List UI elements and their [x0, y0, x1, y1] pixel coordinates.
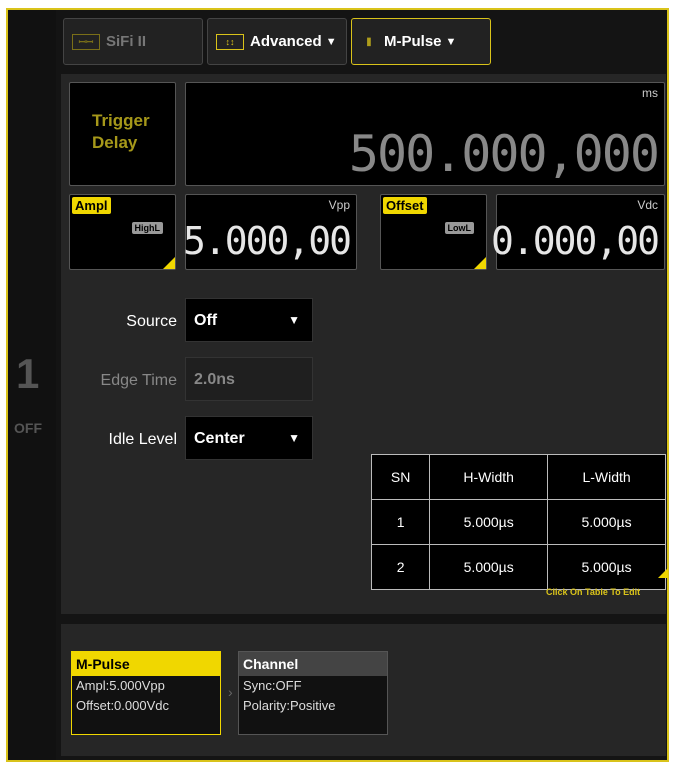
tab-advanced[interactable]: ↕↕ Advanced ▼ — [207, 18, 347, 65]
table-cell[interactable]: 5.000µs — [429, 544, 549, 590]
trigger-delay-label: Trigger Delay — [92, 111, 150, 152]
tab-sifi[interactable]: ꟷꟷ SiFi II — [63, 18, 203, 65]
ampl-button[interactable]: Ampl HighL — [69, 194, 176, 270]
m-pulse-summary-card[interactable]: M-Pulse Ampl:5.000Vpp Offset:0.000Vdc — [71, 651, 221, 735]
table-header-row: SN H-Width L-Width — [370, 454, 666, 500]
tab-sifi-label: SiFi II — [106, 33, 147, 50]
trigger-delay-button[interactable]: Trigger Delay — [69, 82, 176, 186]
chevron-down-icon: ▼ — [325, 35, 337, 48]
chevron-down-icon: ▼ — [288, 431, 300, 445]
corner-marker-icon — [163, 257, 175, 269]
channel-summary-card[interactable]: Channel Sync:OFF Polarity:Positive — [238, 651, 388, 735]
m-pulse-icon: ⫼ — [366, 36, 372, 47]
table-edit-hint: Click On Table To Edit — [546, 587, 641, 597]
table-cell[interactable]: 2 — [370, 544, 431, 590]
table-cell[interactable]: 5.000µs — [429, 499, 549, 545]
trigger-delay-value: 500.000,000 — [348, 125, 660, 183]
instrument-screen: 1 OFF ꟷꟷ SiFi II ↕↕ Advanced ▼ ⫼ M-Pulse… — [6, 8, 669, 762]
source-label: Source — [126, 313, 177, 330]
offset-display[interactable]: Vdc 0.000,00 — [491, 194, 665, 270]
lowl-badge: LowL — [444, 222, 474, 234]
idle-level-select[interactable]: Center ▼ — [185, 416, 313, 460]
chevron-right-icon: › — [228, 684, 233, 700]
ampl-unit: Vpp — [328, 198, 350, 212]
sequence-table[interactable]: SN H-Width L-Width 1 5.000µs 5.000µs 2 5… — [370, 454, 666, 590]
table-cell[interactable]: 5.000µs — [547, 544, 666, 590]
edge-time-value: 2.0ns — [194, 371, 235, 388]
corner-marker-icon — [474, 257, 486, 269]
trigger-delay-unit: ms — [642, 86, 658, 100]
table-cell[interactable]: 5.000µs — [547, 499, 666, 545]
card-title: M-Pulse — [72, 652, 220, 676]
card-line: Sync:OFF — [243, 678, 302, 693]
card-line: Ampl:5.000Vpp — [76, 678, 165, 693]
offset-button[interactable]: Offset LowL — [380, 194, 487, 270]
source-select[interactable]: Off ▼ — [185, 298, 313, 342]
column-header: L-Width — [547, 454, 666, 500]
ampl-badge: Ampl — [72, 197, 111, 214]
advanced-icon: ↕↕ — [216, 33, 244, 50]
offset-badge: Offset — [383, 197, 427, 214]
channel-state: OFF — [14, 420, 42, 436]
channel-rail[interactable]: 1 OFF — [8, 10, 56, 760]
ampl-display[interactable]: Vpp 5.000,00 — [182, 194, 357, 270]
table-cell[interactable]: 1 — [370, 499, 431, 545]
column-header: H-Width — [429, 454, 549, 500]
trigger-delay-display[interactable]: ms 500.000,000 — [185, 82, 665, 186]
card-line: Offset:0.000Vdc — [76, 698, 169, 713]
sifi-icon: ꟷꟷ — [72, 33, 100, 50]
card-line: Polarity:Positive — [243, 698, 336, 713]
ampl-value: 5.000,00 — [182, 219, 352, 263]
chevron-down-icon: ▼ — [445, 35, 457, 48]
card-title: Channel — [239, 652, 387, 676]
tab-advanced-label: Advanced — [250, 33, 322, 50]
chevron-down-icon: ▼ — [288, 313, 300, 327]
channel-number: 1 — [16, 350, 40, 397]
highl-badge: HighL — [131, 222, 163, 234]
tab-m-pulse[interactable]: ⫼ M-Pulse ▼ — [351, 18, 491, 65]
edge-time-field: 2.0ns — [185, 357, 313, 401]
summary-bar: M-Pulse Ampl:5.000Vpp Offset:0.000Vdc › … — [61, 624, 666, 756]
table-row[interactable]: 1 5.000µs 5.000µs — [370, 499, 666, 545]
table-row[interactable]: 2 5.000µs 5.000µs — [370, 544, 666, 590]
idle-level-label: Idle Level — [108, 431, 178, 448]
source-value: Off — [194, 312, 218, 329]
corner-marker-icon — [658, 568, 668, 578]
edge-time-label: Edge Time — [100, 372, 177, 389]
offset-unit: Vdc — [637, 198, 658, 212]
main-panel: Trigger Delay ms 500.000,000 Ampl HighL … — [61, 74, 668, 614]
tab-m-pulse-label: M-Pulse — [384, 33, 442, 50]
idle-level-value: Center — [194, 430, 245, 447]
column-header: SN — [370, 454, 431, 500]
offset-value: 0.000,00 — [490, 219, 660, 263]
